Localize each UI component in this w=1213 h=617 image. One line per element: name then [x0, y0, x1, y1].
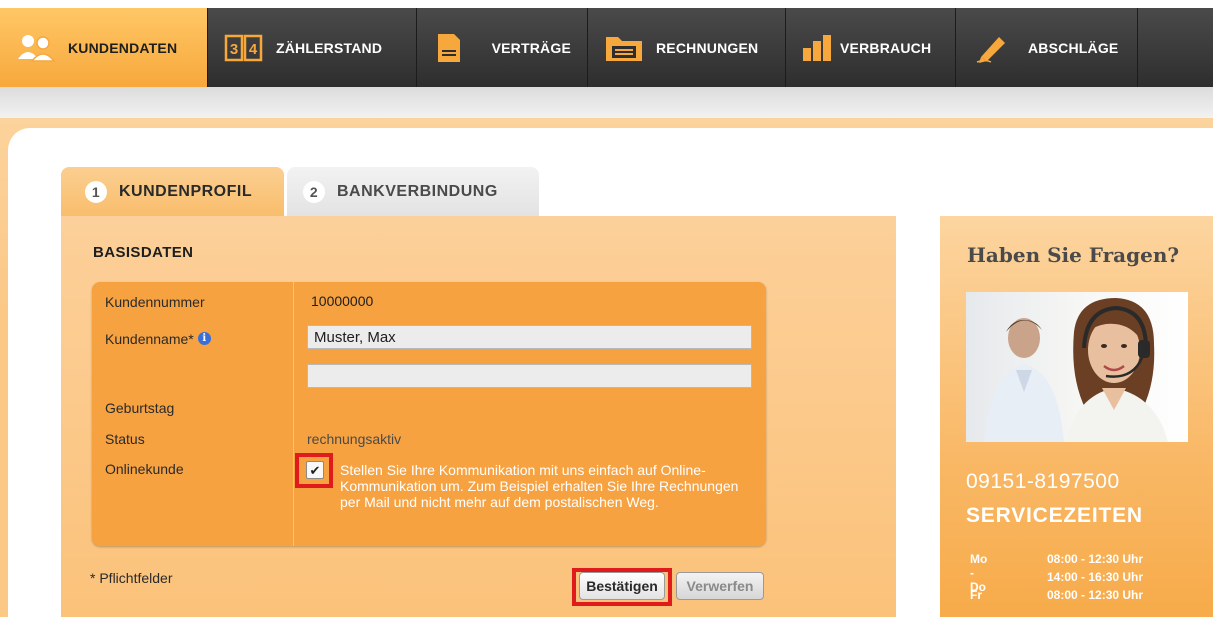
tab-number: 2: [303, 180, 325, 203]
service-day: Fr: [970, 588, 982, 602]
discard-button[interactable]: Verwerfen: [676, 572, 764, 600]
service-time: 08:00 - 12:30 Uhr: [1047, 552, 1144, 566]
checkmark-icon: ✔: [309, 462, 321, 478]
nav-item-verbrauch[interactable]: VERBRAUCH: [786, 8, 956, 87]
birthday-label: Geburtstag: [105, 400, 175, 416]
info-icon[interactable]: i: [197, 332, 211, 345]
status-label: Status: [105, 431, 145, 447]
column-divider: [293, 282, 294, 546]
nav-label: KUNDENDATEN: [68, 39, 178, 56]
nav-item-vertraege[interactable]: VERTRÄGE: [417, 8, 588, 87]
users-icon: [16, 31, 56, 65]
service-agent-photo: [966, 292, 1188, 442]
svg-text:3: 3: [230, 41, 238, 58]
tab-bankverbindung[interactable]: 2 BANKVERBINDUNG: [287, 167, 539, 216]
customer-name-second-input[interactable]: [307, 364, 752, 388]
customer-name-label-row: Kundenname* i: [105, 331, 211, 347]
online-customer-label: Onlinekunde: [105, 461, 184, 477]
tab-number: 1: [85, 180, 107, 203]
nav-item-kundendaten[interactable]: KUNDENDATEN: [0, 8, 208, 87]
online-customer-description: Stellen Sie Ihre Kommunikation mit uns e…: [340, 462, 739, 510]
meter-reading-icon: 3 4: [224, 31, 264, 65]
service-hours-title: SERVICEZEITEN: [966, 504, 1143, 527]
status-value: rechnungsaktiv: [307, 431, 402, 447]
nav-label: RECHNUNGEN: [656, 39, 759, 56]
svg-text:4: 4: [249, 41, 258, 58]
confirm-button[interactable]: Bestätigen: [579, 572, 665, 600]
sub-navigation-bar: [0, 87, 1213, 120]
nav-label: ZÄHLERSTAND: [276, 39, 383, 56]
nav-item-rechnungen[interactable]: RECHNUNGEN: [588, 8, 786, 87]
nav-label: VERBRAUCH: [840, 39, 932, 56]
online-customer-checkbox[interactable]: ✔: [306, 461, 324, 479]
nav-label: ABSCHLÄGE: [1028, 39, 1119, 56]
contract-document-icon: [433, 31, 466, 65]
pen-edit-icon: [972, 31, 1012, 65]
invoice-folder-icon: [604, 31, 644, 65]
service-time: 08:00 - 12:30 Uhr: [1047, 588, 1144, 602]
top-strip: [0, 0, 1213, 8]
consumption-bar-chart-icon: [802, 31, 834, 65]
nav-filler: [1138, 8, 1213, 87]
nav-item-zaehlerstand[interactable]: 3 4 ZÄHLERSTAND: [208, 8, 417, 87]
customer-name-input[interactable]: [307, 325, 752, 349]
customer-name-label: Kundenname*: [105, 331, 194, 347]
section-title: BASISDATEN: [93, 244, 194, 261]
customer-number-value: 10000000: [311, 293, 374, 309]
hotline-number: 09151-8197500: [966, 470, 1120, 493]
tab-kundenprofil[interactable]: 1 KUNDENPROFIL: [61, 167, 284, 216]
help-title: Haben Sie Fragen?: [967, 243, 1180, 267]
required-fields-note: * Pflichtfelder: [90, 570, 173, 586]
customer-number-label: Kundennummer: [105, 294, 205, 310]
nav-label: VERTRÄGE: [491, 39, 571, 56]
service-time: 14:00 - 16:30 Uhr: [1047, 570, 1144, 584]
main-navigation: KUNDENDATEN 3 4 ZÄHLERSTAND VERTRÄGE REC…: [0, 8, 1213, 87]
tab-label: BANKVERBINDUNG: [337, 182, 498, 200]
tab-label: KUNDENPROFIL: [119, 182, 253, 200]
nav-item-abschlaege[interactable]: ABSCHLÄGE: [956, 8, 1138, 87]
